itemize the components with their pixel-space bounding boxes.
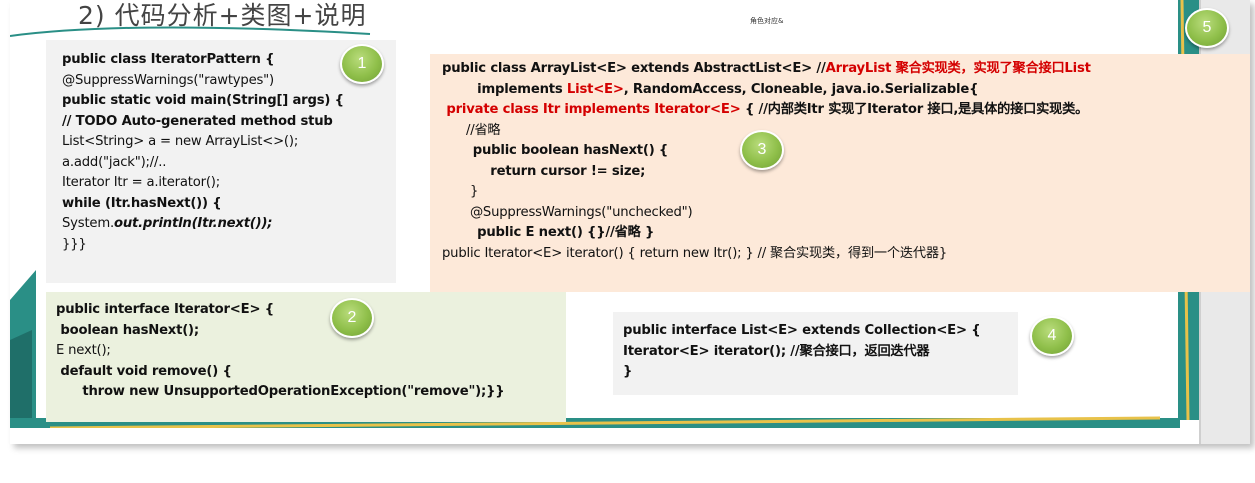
code-line: E next();: [56, 343, 111, 358]
code-line: ArrayList 聚合实现类，实现了聚合接口List: [825, 61, 1091, 76]
code-line: private class Itr implements Iterator<E>: [442, 102, 741, 117]
code-line: List<E>: [566, 81, 624, 97]
code-line: default void remove() {: [56, 363, 232, 379]
code-line: implements: [442, 81, 567, 97]
code-line: @SuppressWarnings("rawtypes"): [62, 72, 274, 88]
badge-2: 2: [330, 298, 374, 338]
badge-5: 5: [1185, 8, 1229, 48]
slide: 2) 代码分析+类图+说明 角色对应& public class Iterato…: [10, 0, 1250, 444]
code-line: public interface Iterator<E> {: [56, 302, 274, 317]
code-line: { //内部类Itr 实现了Iterator 接口,是具体的接口实现类。: [740, 102, 1089, 117]
code-line: // TODO Auto-generated method stub: [62, 113, 333, 129]
code-line: public interface List<E> extends Collect…: [623, 323, 981, 338]
code-line: while (Itr.hasNext()) {: [62, 195, 222, 211]
code-box-arraylist: public class ArrayList<E> extends Abstra…: [430, 54, 1250, 292]
code-line: public Iterator<E> iterator() { return n…: [442, 245, 948, 261]
code-line: out.println(Itr.next());: [113, 216, 273, 231]
code-box-iterator-pattern: public class IteratorPattern { @Suppress…: [46, 40, 396, 283]
code-line: return cursor != size;: [442, 163, 646, 179]
code-line: public class IteratorPattern {: [62, 52, 275, 67]
code-line: Iterator<E> iterator(); //聚合接口，返回迭代器: [623, 343, 930, 359]
slide-tiny-label: 角色对应&: [750, 17, 784, 25]
code-line: , RandomAccess, Cloneable, java.io.Seria…: [623, 81, 979, 97]
code-line: //省略: [442, 122, 501, 138]
code-line: System.: [62, 216, 114, 231]
code-line: List<String> a = new ArrayList<>();: [62, 134, 299, 149]
code-line: a.add("jack");//..: [62, 154, 167, 170]
code-line: }}}: [62, 236, 87, 252]
code-line: Iterator Itr = a.iterator();: [62, 175, 220, 190]
code-box-list-interface: public interface List<E> extends Collect…: [613, 312, 1018, 395]
slide-heading: 2) 代码分析+类图+说明: [78, 1, 367, 30]
code-line: public boolean hasNext() {: [442, 143, 669, 158]
badge-1: 1: [340, 44, 384, 84]
code-line: public static void main(String[] args) {: [62, 93, 344, 108]
code-line: }: [623, 364, 633, 379]
badge-3: 3: [740, 130, 784, 170]
code-line: boolean hasNext();: [56, 322, 199, 338]
code-line: public class ArrayList<E> extends Abstra…: [442, 61, 826, 76]
code-box-iterator-interface: public interface Iterator<E> { boolean h…: [46, 292, 566, 422]
code-line: @SuppressWarnings("unchecked"): [442, 204, 693, 220]
code-line: throw new UnsupportedOperationException(…: [56, 384, 505, 399]
code-line: }: [442, 184, 479, 199]
badge-4: 4: [1030, 316, 1074, 356]
code-line: public E next() {}//省略 }: [442, 225, 655, 240]
